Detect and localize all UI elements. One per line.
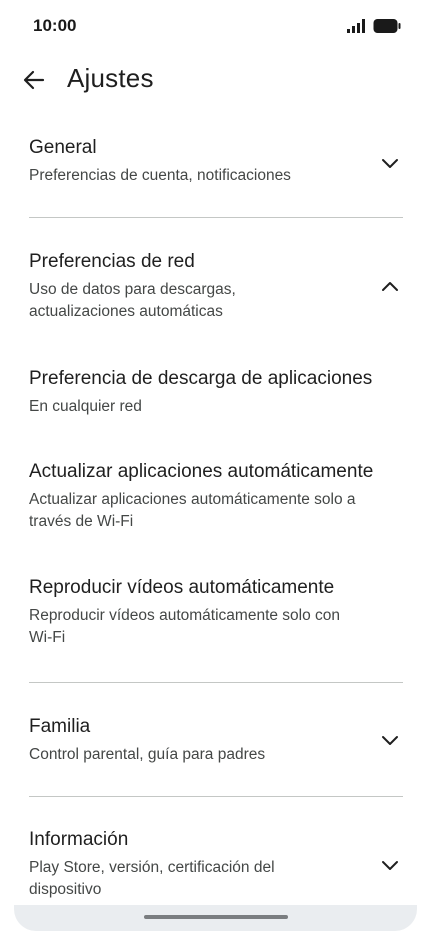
setting-download-preference[interactable]: Preferencia de descarga de aplicaciones …: [29, 367, 403, 418]
subtitle-line: Reproducir vídeos automáticamente solo c…: [29, 607, 341, 624]
divider: [29, 796, 403, 797]
section-family-title: Familia: [29, 716, 91, 737]
subtitle-line: Uso de datos para descargas,: [29, 281, 236, 298]
home-handle[interactable]: [144, 915, 288, 919]
setting-subtitle: En cualquier red: [29, 398, 142, 415]
setting-title: Actualizar aplicaciones automáticamente: [29, 461, 374, 482]
subtitle-line: actualizaciones automáticas: [29, 303, 223, 320]
status-icons: [347, 18, 401, 34]
section-network[interactable]: Preferencias de red Uso de datos para de…: [29, 250, 403, 323]
status-time: 10:00: [33, 16, 77, 35]
chevron-up-icon: [382, 282, 398, 291]
subtitle-line: dispositivo: [29, 881, 102, 898]
chevron-down-icon: [382, 159, 398, 168]
section-general[interactable]: General Preferencias de cuenta, notifica…: [29, 136, 403, 187]
subtitle-line: Play Store, versión, certificación del: [29, 859, 275, 876]
setting-subtitle: Reproducir vídeos automáticamente solo c…: [29, 605, 403, 649]
app-bar: Ajustes: [0, 52, 431, 108]
chevron-down-icon: [382, 736, 398, 745]
subtitle-line: Wi-Fi: [29, 629, 66, 646]
back-button[interactable]: [20, 66, 48, 94]
section-network-subtitle: Uso de datos para descargas, actualizaci…: [29, 279, 403, 323]
subtitle-line: Actualizar aplicaciones automáticamente …: [29, 491, 356, 508]
section-about[interactable]: Información Play Store, versión, certifi…: [29, 828, 403, 901]
page-title: Ajustes: [67, 63, 154, 93]
setting-title: Preferencia de descarga de aplicaciones: [29, 368, 373, 389]
section-network-title: Preferencias de red: [29, 251, 195, 272]
signal-icon: [347, 19, 365, 33]
section-family-subtitle: Control parental, guía para padres: [29, 746, 266, 763]
status-bar: 10:00: [0, 0, 431, 52]
section-general-subtitle: Preferencias de cuenta, notificaciones: [29, 167, 291, 184]
battery-icon: [373, 19, 401, 33]
setting-subtitle: Actualizar aplicaciones automáticamente …: [29, 489, 403, 533]
section-about-title: Información: [29, 829, 129, 850]
subtitle-line: través de Wi-Fi: [29, 513, 134, 530]
setting-title: Reproducir vídeos automáticamente: [29, 577, 335, 598]
chevron-down-icon: [382, 861, 398, 870]
divider: [29, 682, 403, 683]
arrow-left-icon: [23, 70, 45, 90]
setting-auto-update-apps[interactable]: Actualizar aplicaciones automáticamente …: [29, 460, 403, 533]
section-family[interactable]: Familia Control parental, guía para padr…: [29, 715, 403, 766]
section-general-title: General: [29, 137, 97, 158]
divider: [29, 217, 403, 218]
section-about-subtitle: Play Store, versión, certificación del d…: [29, 857, 403, 901]
gesture-nav-bar: [14, 905, 417, 931]
setting-autoplay-videos[interactable]: Reproducir vídeos automáticamente Reprod…: [29, 576, 403, 649]
